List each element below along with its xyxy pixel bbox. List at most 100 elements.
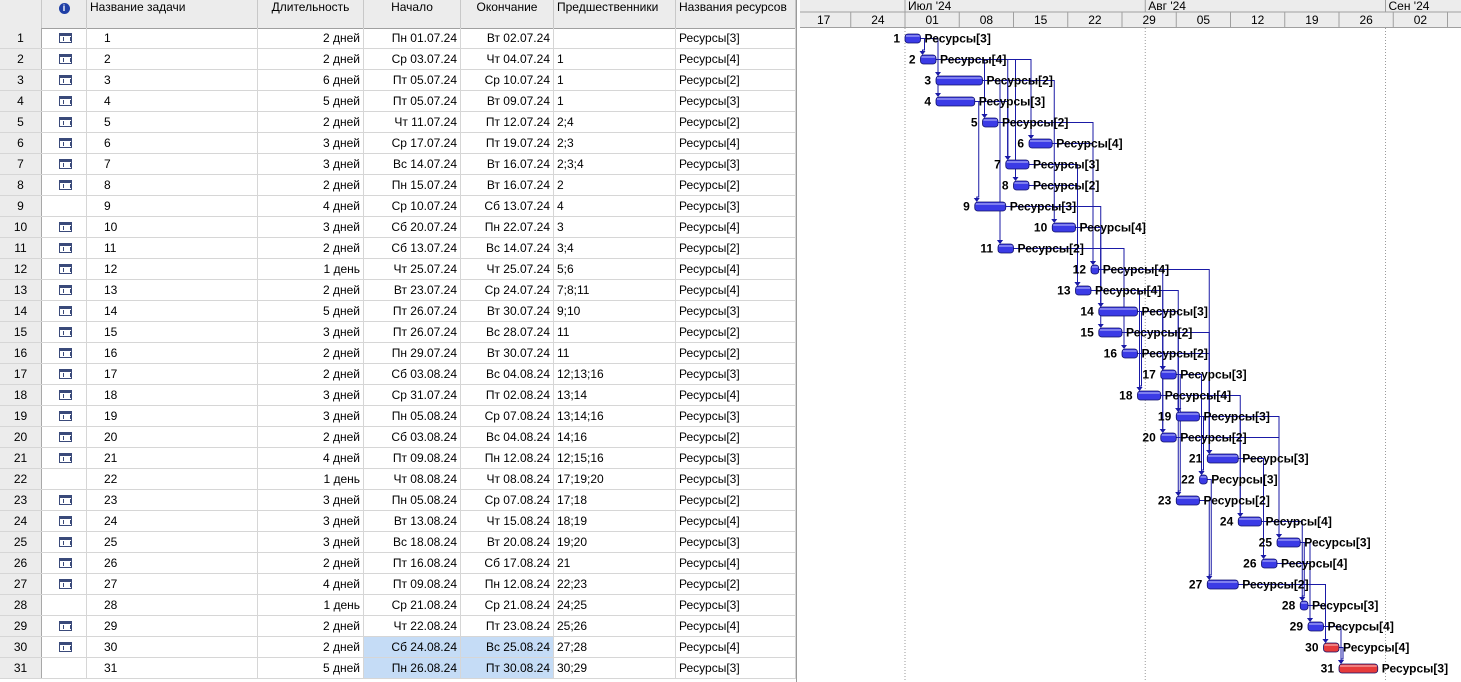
task-name-cell[interactable]: 3 (87, 70, 258, 90)
task-name-cell[interactable]: 14 (87, 301, 258, 321)
task-name-cell[interactable]: 13 (87, 280, 258, 300)
finish-cell[interactable]: Чт 15.08.24 (461, 511, 554, 531)
duration-cell[interactable]: 5 дней (258, 91, 364, 111)
finish-cell[interactable]: Вс 04.08.24 (461, 427, 554, 447)
finish-cell[interactable]: Пн 12.08.24 (461, 448, 554, 468)
finish-cell[interactable]: Ср 21.08.24 (461, 595, 554, 615)
indicator-cell[interactable] (42, 658, 87, 678)
table-row[interactable]: 13 13 2 дней Вт 23.07.24 Ср 24.07.24 7;8;11 Ре… (0, 280, 796, 301)
duration-cell[interactable]: 6 дней (258, 70, 364, 90)
table-row[interactable]: 552 дней Чт 11.07.24 Пт 12.07.24 2;4 Ресурсы… (0, 112, 796, 133)
resources-cell[interactable]: Ресурсы[4] (676, 259, 796, 279)
predecessors-cell[interactable]: 12;13;16 (554, 364, 676, 384)
header-indicators[interactable]: i (42, 0, 87, 28)
indicator-cell[interactable] (42, 259, 87, 279)
resources-cell[interactable]: Ресурсы[2] (676, 238, 796, 258)
start-cell[interactable]: Пт 05.07.24 (364, 91, 461, 111)
start-cell[interactable]: Сб 20.07.24 (364, 217, 461, 237)
finish-cell[interactable]: Ср 24.07.24 (461, 280, 554, 300)
table-row[interactable]: 15 15 3 дней Пт 26.07.24 Вс 28.07.24 11 Ресурс… (0, 322, 796, 343)
row-number[interactable]: 5 (0, 112, 42, 132)
table-row[interactable]: 222 дней Ср 03.07.24 Чт 04.07.24 1 Ресурсы[4… (0, 49, 796, 70)
start-cell[interactable]: Вс 14.07.24 (364, 154, 461, 174)
start-cell[interactable]: Сб 03.08.24 (364, 364, 461, 384)
predecessors-cell[interactable]: 17;19;20 (554, 469, 676, 489)
resources-cell[interactable]: Ресурсы[2] (676, 427, 796, 447)
row-number[interactable]: 11 (0, 238, 42, 258)
predecessors-cell[interactable]: 12;15;16 (554, 448, 676, 468)
row-number[interactable]: 9 (0, 196, 42, 216)
indicator-cell[interactable] (42, 364, 87, 384)
table-row[interactable]: 25 25 3 дней Вс 18.08.24 Вт 20.08.24 19;20 Рес… (0, 532, 796, 553)
predecessors-cell[interactable]: 25;26 (554, 616, 676, 636)
task-name-cell[interactable]: 24 (87, 511, 258, 531)
row-number[interactable]: 30 (0, 637, 42, 657)
start-cell[interactable]: Сб 24.08.24 (364, 637, 461, 657)
row-number[interactable]: 18 (0, 385, 42, 405)
finish-cell[interactable]: Пт 23.08.24 (461, 616, 554, 636)
predecessors-cell[interactable]: 1 (554, 49, 676, 69)
duration-cell[interactable]: 2 дней (258, 343, 364, 363)
finish-cell[interactable]: Пн 22.07.24 (461, 217, 554, 237)
table-row[interactable]: 19 19 3 дней Пн 05.08.24 Ср 07.08.24 13;14;16… (0, 406, 796, 427)
predecessors-cell[interactable]: 18;19 (554, 511, 676, 531)
duration-cell[interactable]: 3 дней (258, 385, 364, 405)
resources-cell[interactable]: Ресурсы[2] (676, 322, 796, 342)
indicator-cell[interactable] (42, 301, 87, 321)
indicator-cell[interactable] (42, 574, 87, 594)
row-number[interactable]: 17 (0, 364, 42, 384)
row-number[interactable]: 31 (0, 658, 42, 678)
predecessors-cell[interactable]: 21 (554, 553, 676, 573)
duration-cell[interactable]: 2 дней (258, 175, 364, 195)
task-name-cell[interactable]: 20 (87, 427, 258, 447)
header-resources[interactable]: Названия ресурсов (676, 0, 796, 28)
row-number[interactable]: 23 (0, 490, 42, 510)
start-cell[interactable]: Ср 21.08.24 (364, 595, 461, 615)
row-number[interactable]: 16 (0, 343, 42, 363)
finish-cell[interactable]: Пт 30.08.24 (461, 658, 554, 678)
indicator-cell[interactable] (42, 511, 87, 531)
duration-cell[interactable]: 2 дней (258, 280, 364, 300)
predecessors-cell[interactable]: 24;25 (554, 595, 676, 615)
finish-cell[interactable]: Сб 17.08.24 (461, 553, 554, 573)
start-cell[interactable]: Вт 13.08.24 (364, 511, 461, 531)
table-row[interactable]: 30 30 2 дней Сб 24.08.24 Вс 25.08.24 27;28 Рес… (0, 637, 796, 658)
duration-cell[interactable]: 2 дней (258, 238, 364, 258)
table-row[interactable]: 23 23 3 дней Пн 05.08.24 Ср 07.08.24 17;18 Рес… (0, 490, 796, 511)
duration-cell[interactable]: 1 день (258, 469, 364, 489)
resources-cell[interactable]: Ресурсы[4] (676, 637, 796, 657)
predecessors-cell[interactable]: 13;14 (554, 385, 676, 405)
predecessors-cell[interactable]: 1 (554, 70, 676, 90)
indicator-cell[interactable] (42, 175, 87, 195)
predecessors-cell[interactable]: 2;4 (554, 112, 676, 132)
resources-cell[interactable]: Ресурсы[4] (676, 616, 796, 636)
task-name-cell[interactable]: 28 (87, 595, 258, 615)
task-name-cell[interactable]: 5 (87, 112, 258, 132)
row-number[interactable]: 24 (0, 511, 42, 531)
finish-cell[interactable]: Пт 19.07.24 (461, 133, 554, 153)
indicator-cell[interactable] (42, 616, 87, 636)
resources-cell[interactable]: Ресурсы[3] (676, 196, 796, 216)
indicator-cell[interactable] (42, 448, 87, 468)
indicator-cell[interactable] (42, 280, 87, 300)
resources-cell[interactable]: Ресурсы[3] (676, 448, 796, 468)
table-row[interactable]: 24 24 3 дней Вт 13.08.24 Чт 15.08.24 18;19 Рес… (0, 511, 796, 532)
task-name-cell[interactable]: 26 (87, 553, 258, 573)
start-cell[interactable]: Пт 26.07.24 (364, 301, 461, 321)
table-row[interactable]: 10 10 3 дней Сб 20.07.24 Пн 22.07.24 3 Ресурсы… (0, 217, 796, 238)
duration-cell[interactable]: 3 дней (258, 490, 364, 510)
row-number[interactable]: 29 (0, 616, 42, 636)
finish-cell[interactable]: Ср 07.08.24 (461, 406, 554, 426)
finish-cell[interactable]: Вс 14.07.24 (461, 238, 554, 258)
indicator-cell[interactable] (42, 343, 87, 363)
indicator-cell[interactable] (42, 637, 87, 657)
predecessors-cell[interactable]: 19;20 (554, 532, 676, 552)
task-name-cell[interactable]: 25 (87, 532, 258, 552)
header-start[interactable]: Начало (364, 0, 461, 28)
start-cell[interactable]: Пн 29.07.24 (364, 343, 461, 363)
resources-cell[interactable]: Ресурсы[4] (676, 511, 796, 531)
table-row[interactable]: 663 дней Ср 17.07.24 Пт 19.07.24 2;3 Ресурсы… (0, 133, 796, 154)
duration-cell[interactable]: 2 дней (258, 427, 364, 447)
predecessors-cell[interactable]: 30;29 (554, 658, 676, 678)
predecessors-cell[interactable]: 3;4 (554, 238, 676, 258)
